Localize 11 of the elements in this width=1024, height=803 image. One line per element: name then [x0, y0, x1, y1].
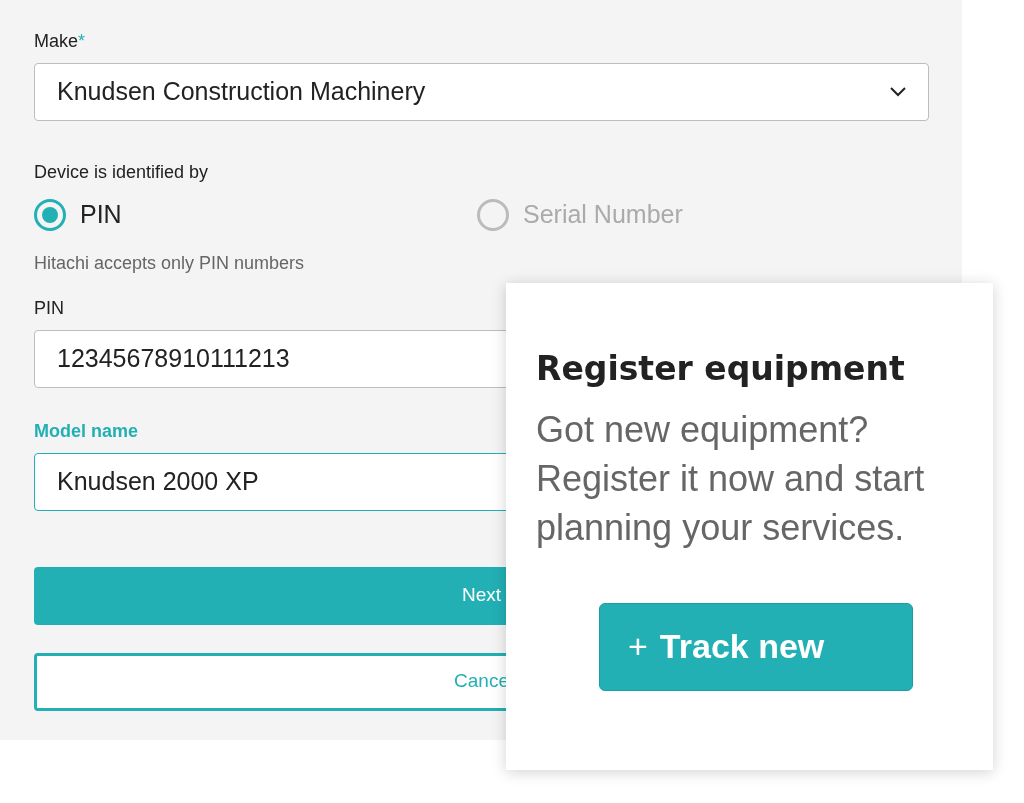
field-label: Make: [34, 31, 78, 51]
field-label: Device is identified by: [34, 161, 209, 184]
chevron-down-icon: [890, 87, 906, 97]
make-dropdown[interactable]: Knudsen Construction Machinery: [34, 63, 929, 121]
field-label: Model name: [34, 419, 139, 443]
required-mark: *: [78, 31, 86, 51]
hint-text: Hitachi accepts only PIN numbers: [34, 251, 306, 275]
card-title: Register equipment: [536, 349, 906, 389]
radio-button[interactable]: [34, 198, 66, 231]
field-label: PIN: [34, 296, 64, 320]
radio-label[interactable]: PIN: [80, 196, 122, 234]
